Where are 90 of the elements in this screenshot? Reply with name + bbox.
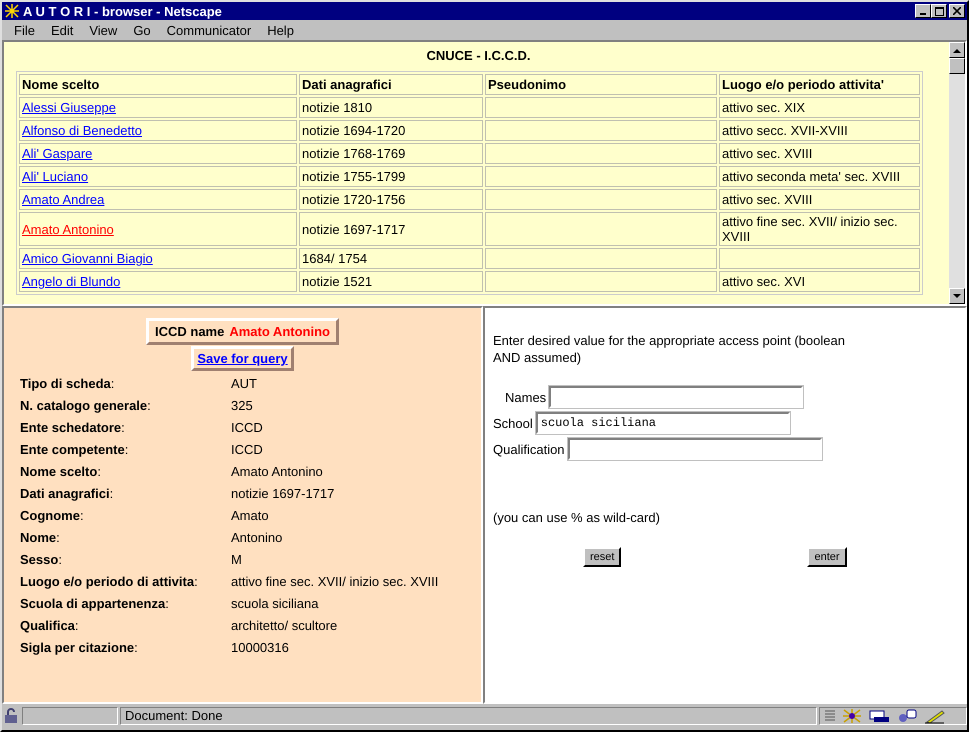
- table-cell: attivo sec. XVIII: [719, 143, 920, 164]
- table-cell: notizie 1694-1720: [299, 120, 483, 141]
- chat-icon[interactable]: [896, 708, 918, 724]
- field-value: Amato: [231, 508, 270, 524]
- input-label: Names: [505, 390, 546, 404]
- menu-item[interactable]: File: [6, 22, 43, 38]
- up-arrow-icon: [953, 48, 961, 52]
- name-link[interactable]: Amato Andrea: [22, 192, 104, 207]
- table-cell: notizie 1697-1717: [299, 212, 483, 246]
- pen-icon[interactable]: [924, 708, 946, 724]
- field-value: scuola siciliana: [231, 596, 320, 612]
- field-value: 325: [231, 398, 254, 414]
- table-cell: 1684/ 1754: [299, 248, 483, 269]
- field-value: notizie 1697-1717: [231, 486, 336, 502]
- padlock-icon: [3, 708, 19, 724]
- field-label: Ente schedatore:: [20, 420, 126, 436]
- field-label: Sigla per citazione:: [20, 640, 139, 656]
- window-title: A U T O R I - browser - Netscape: [23, 4, 223, 18]
- name-link[interactable]: Ali' Gaspare: [22, 146, 92, 161]
- name-link[interactable]: Alfonso di Benedetto: [22, 123, 142, 138]
- field-value: 10000316: [231, 640, 290, 656]
- column-header: Dati anagrafici: [299, 74, 483, 95]
- text-input[interactable]: [568, 438, 822, 460]
- table-cell: attivo sec. XIX: [719, 97, 920, 118]
- table-cell: notizie 1521: [299, 271, 483, 292]
- field-value: M: [231, 552, 243, 568]
- column-header: Luogo e/o periodo attivita': [719, 74, 920, 95]
- field-value: Amato Antonino: [231, 464, 324, 480]
- field-value: attivo fine sec. XVII/ inizio sec. XVIII: [231, 574, 440, 590]
- table-cell: notizie 1768-1769: [299, 143, 483, 164]
- field-label: Dati anagrafici:: [20, 486, 114, 502]
- wildcard-hint: (you can use % as wild-card): [493, 510, 661, 525]
- instructions-text: Enter desired value for the appropriate access point (boolean AND assumed): [493, 332, 846, 366]
- field-label: Tipo di scheda:: [20, 376, 116, 392]
- menu-item[interactable]: View: [81, 22, 126, 38]
- field-label: Nome scelto:: [20, 464, 102, 480]
- name-link[interactable]: Amato Antonino: [22, 222, 114, 236]
- menu-item[interactable]: Go: [125, 22, 159, 38]
- page-heading: CNUCE - I.C.C.D.: [426, 47, 532, 65]
- scroll-thumb[interactable]: [949, 58, 965, 74]
- table-cell: attivo seconda meta' sec. XVIII: [719, 166, 920, 187]
- down-arrow-icon: [953, 294, 961, 298]
- maximize-icon: [934, 6, 944, 16]
- table-cell: attivo sec. XVI: [719, 271, 920, 292]
- table-cell: attivo fine sec. XVII/ inizio sec. XVIII: [719, 212, 920, 246]
- text-input[interactable]: [549, 386, 804, 408]
- minimize-button[interactable]: [915, 4, 931, 18]
- name-link[interactable]: Ali' Luciano: [22, 169, 88, 184]
- field-label: Scuola di appartenenza:: [20, 596, 170, 612]
- close-button[interactable]: [949, 4, 965, 18]
- column-header: Pseudonimo: [485, 74, 717, 95]
- field-value: architetto/ scultore: [231, 618, 338, 634]
- mail-icon[interactable]: [868, 708, 890, 724]
- name-link[interactable]: Amico Giovanni Biagio: [22, 251, 153, 266]
- status-text: Document: Done: [120, 707, 817, 725]
- close-icon: [953, 7, 961, 15]
- field-value: ICCD: [231, 442, 264, 458]
- form-button[interactable]: reset: [583, 547, 622, 567]
- table-cell: notizie 1755-1799: [299, 166, 483, 187]
- field-label: Nome:: [20, 530, 61, 546]
- menu-item[interactable]: Edit: [42, 22, 82, 38]
- input-label: Qualification: [493, 442, 565, 456]
- text-input[interactable]: scuola siciliana: [536, 412, 790, 434]
- column-header: Nome scelto: [19, 74, 297, 95]
- field-value: AUT: [231, 376, 258, 392]
- field-label: Ente competente:: [20, 442, 130, 458]
- table-cell: attivo secc. XVII-XVIII: [719, 120, 920, 141]
- table-cell: attivo sec. XVIII: [719, 189, 920, 210]
- name-label: ICCD name: [155, 324, 224, 339]
- field-label: Qualifica:: [20, 618, 80, 634]
- field-label: Sesso:: [20, 552, 63, 568]
- netscape-icon: [4, 3, 20, 19]
- field-value: ICCD: [231, 420, 264, 436]
- field-label: Cognome:: [20, 508, 85, 524]
- menu-item[interactable]: Help: [259, 22, 302, 38]
- field-label: Luogo e/o periodo di attivita:: [20, 574, 199, 590]
- table-cell: notizie 1720-1756: [299, 189, 483, 210]
- name-link[interactable]: Alessi Giuseppe: [22, 100, 116, 115]
- name-value: Amato Antonino: [229, 324, 330, 339]
- form-button[interactable]: enter: [807, 547, 847, 567]
- save-for-query-link[interactable]: Save for query: [197, 351, 288, 366]
- maximize-button[interactable]: [931, 4, 947, 18]
- table-cell: notizie 1810: [299, 97, 483, 118]
- input-label: School: [493, 416, 533, 430]
- field-value: Antonino: [231, 530, 284, 546]
- navigator-icon[interactable]: [842, 708, 862, 724]
- name-link[interactable]: Angelo di Blundo: [22, 274, 120, 289]
- field-label: N. catalogo generale:: [20, 398, 152, 414]
- scrollbar[interactable]: [949, 42, 965, 304]
- menu-item[interactable]: Communicator: [158, 22, 260, 38]
